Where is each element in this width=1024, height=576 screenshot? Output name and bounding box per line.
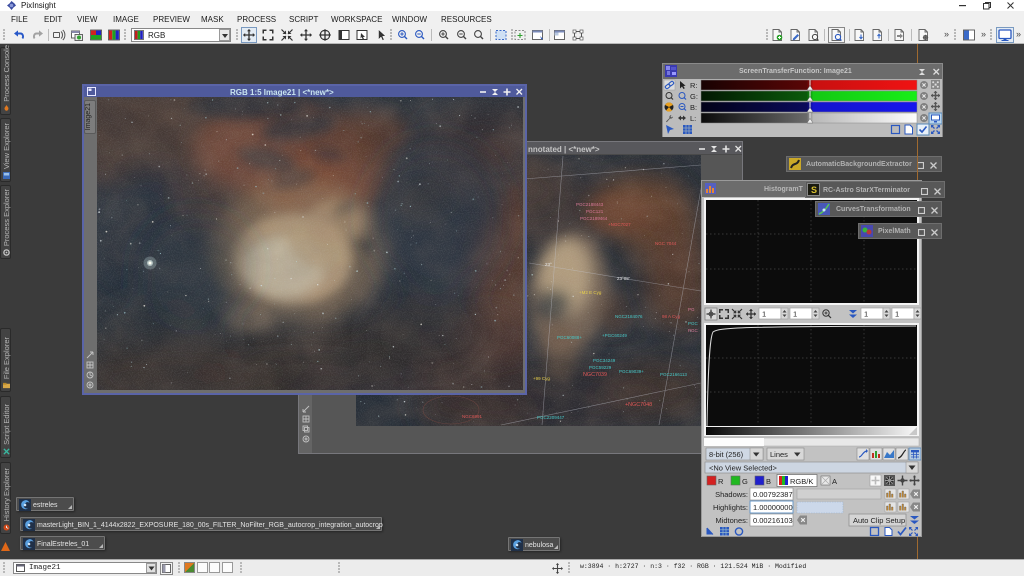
svg-text:98 A Cyg: 98 A Cyg [662,314,681,319]
svg-text:<No View Selected>: <No View Selected> [709,464,777,473]
svg-text:PGC: PGC [688,321,699,326]
svg-text:G: G [742,477,748,486]
svg-text:R: R [718,477,724,486]
svg-text:8-bit (256): 8-bit (256) [709,450,744,459]
svg-text:1.00000000: 1.00000000 [753,503,793,512]
svg-text:0.00216103: 0.00216103 [753,516,793,525]
svg-text:NGC7039: NGC7039 [583,372,607,378]
svg-text:23°08': 23°08' [617,276,630,281]
svg-text:R:: R: [690,81,698,90]
svg-text:B:: B: [690,103,697,112]
svg-text:PGC69039+: PGC69039+ [619,369,644,374]
svg-text:0.00792387: 0.00792387 [753,490,793,499]
svg-text:Auto Clip Setup: Auto Clip Setup [853,516,905,525]
svg-text:+99 Cyg: +99 Cyg [533,376,550,381]
svg-text:NGC6991: NGC6991 [462,414,483,419]
svg-text:+NGC7027: +NGC7027 [608,222,631,227]
svg-text:PGC34249: PGC34249 [593,358,616,363]
svg-text:PGC2166113: PGC2166113 [660,372,687,377]
svg-text:Lines: Lines [770,450,788,459]
svg-text:PG: PG [688,307,695,312]
svg-text:RGB/K: RGB/K [790,477,813,486]
svg-text:1: 1 [793,310,797,319]
svg-text:NGC 7044: NGC 7044 [655,241,677,246]
svg-text:B: B [766,477,771,486]
svg-text:1: 1 [762,310,766,319]
svg-text:L:: L: [690,114,696,123]
svg-text:PGC60088+: PGC60088+ [557,335,582,340]
svg-text:Highlights:: Highlights: [713,503,748,512]
svg-text:Midtones:: Midtones: [715,516,748,525]
svg-text:+M2 E Cyg: +M2 E Cyg [579,290,602,295]
svg-text:+NGC7048: +NGC7048 [625,402,652,408]
svg-text:PGC2189464: PGC2189464 [580,216,608,221]
svg-text:A: A [832,477,837,486]
svg-text:PGC59229: PGC59229 [589,365,612,370]
svg-text:+PGC60249: +PGC60249 [602,333,627,338]
svg-text:G:: G: [690,92,698,101]
svg-text:PGC2188443: PGC2188443 [576,202,604,207]
svg-text:PGC2209447: PGC2209447 [537,415,565,420]
svg-text:1: 1 [895,310,899,319]
svg-text:PGC121: PGC121 [586,209,604,214]
svg-text:1: 1 [864,310,868,319]
svg-text:Shadows:: Shadows: [715,490,748,499]
svg-text:PGC: PGC [688,328,699,333]
svg-text:23°: 23° [545,262,552,267]
svg-text:NGC2184076: NGC2184076 [615,314,643,319]
